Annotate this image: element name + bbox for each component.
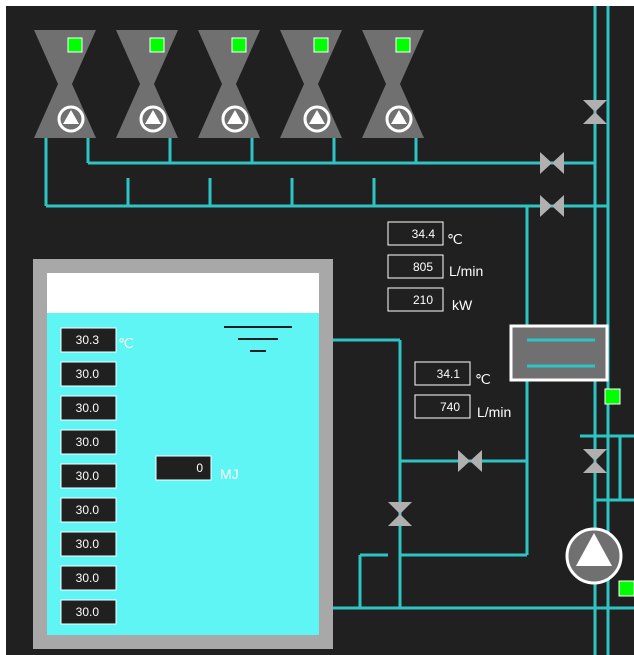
status-light-icon [67, 37, 83, 53]
supply-flow-value: 805 [413, 260, 433, 274]
supply-power-value: 210 [413, 293, 433, 307]
tank-temp-value: 30.0 [76, 571, 100, 585]
tank-temp-unit: ℃ [118, 335, 134, 351]
pump-icon [139, 105, 167, 133]
supply-flow-unit: L/min [449, 263, 483, 279]
tank-heat-value: 0 [196, 461, 203, 475]
tank-temp-value: 30.0 [76, 435, 100, 449]
pump-icon [385, 105, 413, 133]
pump-icon [303, 105, 331, 133]
supply-power-unit: kW [452, 297, 473, 313]
pump-icon [57, 105, 85, 133]
pump-icon [221, 105, 249, 133]
storage-tank: 30.3 30.0 30.0 30.0 30.0 30.0 30.0 30.0 30.0 ℃ 0… [33, 259, 333, 649]
heat-exchanger-icon[interactable] [509, 324, 609, 382]
tank-temp-value: 30.0 [76, 469, 100, 483]
return-temp-unit: ℃ [475, 371, 491, 387]
heat-exchanger-status-light [604, 388, 621, 405]
tank-temp-value: 30.0 [76, 401, 100, 415]
tank-temperature-list: 30.3 30.0 30.0 30.0 30.0 30.0 30.0 30.0 30.0 [60, 327, 117, 625]
scada-diagram: 34.4 ℃ 805 L/min 210 kW 34.1 ℃ 740 L/min… [6, 6, 634, 655]
tank-temp-value: 30.0 [76, 605, 100, 619]
status-light-icon [149, 37, 165, 53]
tank-temp-value: 30.0 [76, 537, 100, 551]
tank-temp-value: 30.0 [76, 503, 100, 517]
supply-temp-unit: ℃ [447, 231, 463, 247]
return-flow-unit: L/min [477, 404, 511, 420]
status-light-icon [231, 37, 247, 53]
tank-temp-value: 30.3 [76, 333, 100, 347]
supply-temp-value: 34.4 [412, 227, 436, 241]
tank-heat-unit: MJ [220, 466, 239, 482]
status-light-icon [395, 37, 411, 53]
tank-temp-value: 30.0 [76, 367, 100, 381]
pump-icon[interactable] [565, 527, 623, 585]
return-temp-value: 34.1 [437, 367, 461, 381]
pump-status-light [618, 580, 634, 597]
return-flow-value: 740 [440, 400, 460, 414]
status-light-icon [313, 37, 329, 53]
